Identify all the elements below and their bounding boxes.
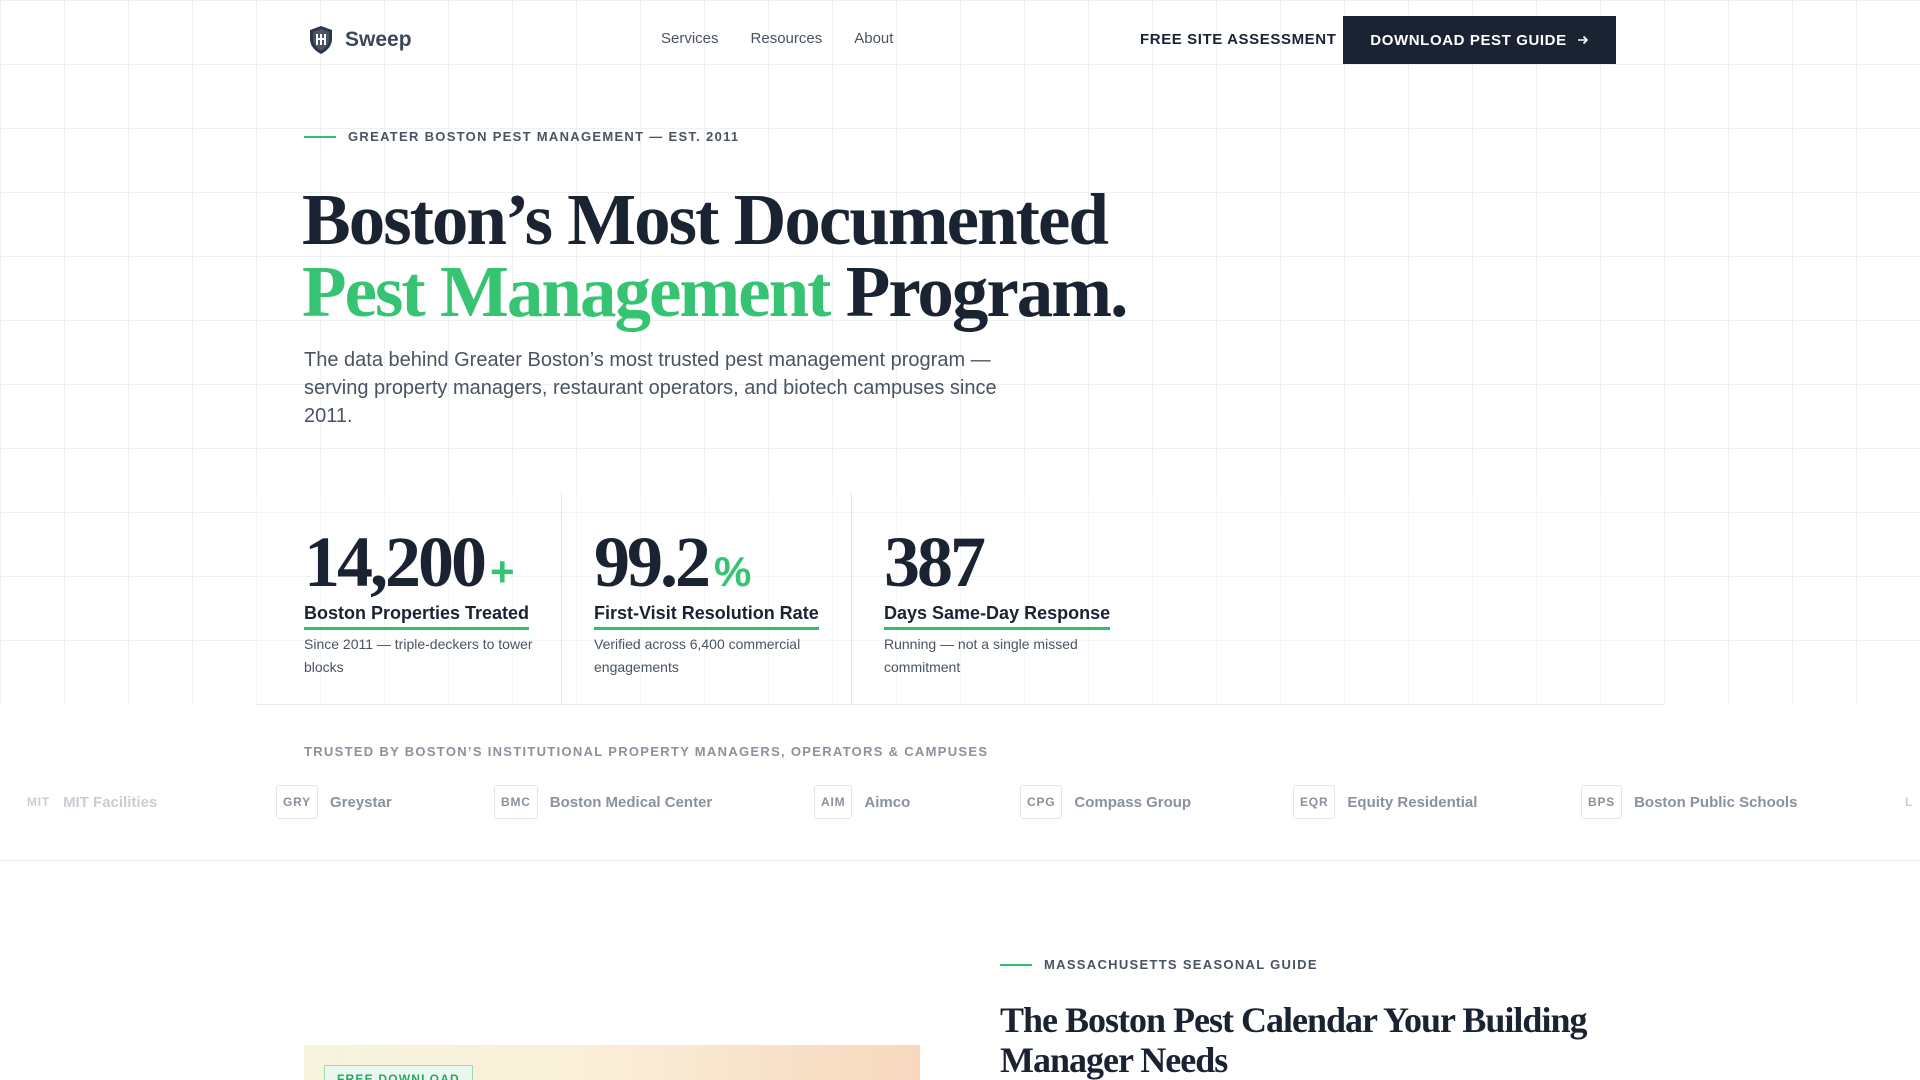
- client-logo-name: Aimco: [864, 793, 911, 811]
- stat-same-day-response: 387 Days Same-Day Response Running — not…: [851, 493, 1151, 704]
- stat-label: Days Same-Day Response: [884, 603, 1111, 630]
- nav-link-services[interactable]: Services: [661, 30, 719, 47]
- brand-logo[interactable]: Sweep: [309, 25, 412, 55]
- stat-value: 14,200 +: [304, 521, 515, 604]
- section-divider: [0, 860, 1920, 861]
- stat-description: Verified across 6,400 commercial engagem…: [594, 636, 801, 675]
- client-logo-name: Boston Medical Center: [549, 793, 713, 811]
- client-logo-abbr: EQR: [1293, 785, 1336, 819]
- nav-links: Services Resources About: [661, 30, 893, 47]
- client-logo-partial: L: [1904, 784, 1914, 820]
- hero-eyebrow: GREATER BOSTON PEST MANAGEMENT — EST. 20…: [304, 129, 739, 144]
- stat-description: Since 2011 — triple-deckers to tower blo…: [304, 636, 533, 675]
- stat-number: 99.2: [594, 522, 711, 602]
- stat-description: Running — not a single missed commitment: [884, 636, 1078, 675]
- client-logo-abbr: BPS: [1581, 785, 1623, 819]
- client-logo-abbr: MIT: [27, 795, 51, 809]
- client-logo-abbr: AIM: [814, 785, 853, 819]
- stat-number: 14,200: [304, 522, 487, 602]
- client-logo-bps: BPS Boston Public Schools: [1581, 784, 1797, 820]
- client-logos-row: MIT MIT Facilities GRY Greystar BMC Bost…: [0, 784, 1920, 820]
- shield-logo-icon: [310, 26, 332, 54]
- stat-value: 99.2%: [594, 521, 751, 604]
- arrow-right-icon: [1577, 35, 1588, 45]
- top-nav: Sweep Services Resources About FREE SITE…: [0, 0, 1920, 80]
- client-logo-greystar: GRY Greystar: [276, 784, 392, 820]
- stat-resolution-rate: 99.2% First-Visit Resolution Rate Verifi…: [561, 493, 851, 704]
- seasonal-guide-eyebrow-text: MASSACHUSETTS SEASONAL GUIDE: [1044, 957, 1318, 972]
- pest-guide-cover-image[interactable]: FREE DOWNLOAD: [304, 1045, 920, 1080]
- stat-label: Boston Properties Treated: [304, 603, 530, 630]
- hero-eyebrow-text: GREATER BOSTON PEST MANAGEMENT — EST. 20…: [348, 129, 740, 144]
- nav-link-about[interactable]: About: [854, 30, 893, 47]
- stats-row: 14,200 + Boston Properties Treated Since …: [256, 493, 1664, 705]
- eyebrow-rule: [304, 135, 336, 138]
- brand-name: Sweep: [345, 28, 412, 51]
- stat-label: First-Visit Resolution Rate: [594, 603, 819, 630]
- stat-suffix: +: [490, 548, 515, 595]
- download-pest-guide-button[interactable]: DOWNLOAD PEST GUIDE: [1343, 16, 1616, 64]
- headline-rest: Program.: [829, 251, 1129, 332]
- free-site-assessment-link[interactable]: FREE SITE ASSESSMENT: [1140, 31, 1336, 48]
- client-logo-abbr: CPG: [1020, 785, 1063, 819]
- client-logo-abbr: GRY: [276, 785, 318, 819]
- seasonal-guide-eyebrow: MASSACHUSETTS SEASONAL GUIDE: [1000, 957, 1318, 972]
- headline-accent: Pest Management: [302, 251, 831, 332]
- stat-number: 387: [884, 522, 986, 602]
- client-logo-abbr: BMC: [494, 785, 538, 819]
- client-logo-aimco: AIM Aimco: [814, 784, 910, 820]
- client-logo-name: Greystar: [329, 793, 392, 811]
- stat-value: 387: [884, 521, 989, 604]
- client-logo-bmc: BMC Boston Medical Center: [494, 784, 712, 820]
- client-logo-compass: CPG Compass Group: [1020, 784, 1191, 820]
- stat-properties: 14,200 + Boston Properties Treated Since …: [256, 493, 561, 704]
- headline-line-1: Boston’s Most Documented: [302, 179, 1109, 260]
- client-logo-name: Equity Residential: [1347, 793, 1478, 811]
- eyebrow-rule: [1000, 963, 1032, 966]
- client-logo-eqr: EQR Equity Residential: [1293, 784, 1477, 820]
- trusted-by-label: TRUSTED BY BOSTON’S INSTITUTIONAL PROPER…: [304, 744, 989, 759]
- client-logo-name: Boston Public Schools: [1634, 793, 1798, 811]
- download-pest-guide-label: DOWNLOAD PEST GUIDE: [1370, 31, 1567, 49]
- client-logo-name: MIT Facilities: [63, 793, 158, 811]
- client-logo-name: Compass Group: [1074, 793, 1192, 811]
- hero-subhead: The data behind Greater Boston’s most tr…: [304, 349, 997, 427]
- hero-headline: Boston’s Most Documented Pest Management…: [302, 183, 1128, 328]
- client-logo-abbr: L: [1905, 795, 1914, 809]
- seasonal-guide-title: The Boston Pest Calendar Your Building M…: [1000, 1000, 1587, 1080]
- hero-section: Sweep Services Resources About FREE SITE…: [0, 0, 1920, 705]
- free-download-badge: FREE DOWNLOAD: [324, 1065, 473, 1080]
- client-logo-mit: MIT MIT Facilities: [26, 784, 157, 820]
- stat-suffix: %: [714, 548, 752, 595]
- nav-link-resources[interactable]: Resources: [751, 30, 823, 47]
